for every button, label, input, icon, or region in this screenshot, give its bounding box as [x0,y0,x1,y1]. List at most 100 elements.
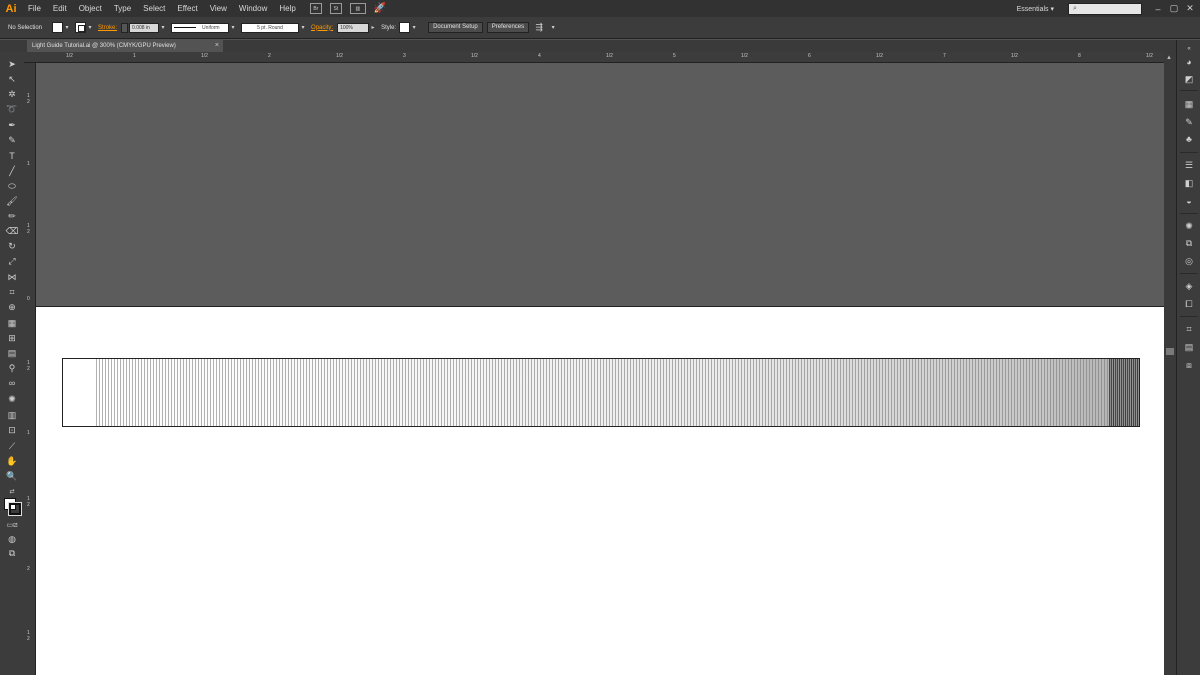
pathfinder-icon[interactable]: ⧈ [1183,359,1195,371]
chevron-down-icon[interactable]: ▾ [63,24,71,31]
horizontal-ruler[interactable]: 1/2 1 1/2 2 1/2 3 1/2 4 1/2 5 1/2 6 1/2 … [24,52,1164,63]
collapse-panels-icon[interactable]: « [1183,43,1195,55]
slice-tool-icon[interactable]: ⟋ [5,439,19,453]
chevron-right-icon[interactable]: ▸ [369,24,377,31]
brush-definition[interactable]: 5 pt. Round [241,22,300,33]
eyedropper-tool-icon[interactable]: ⚲ [5,361,19,375]
stroke-color-swatch[interactable] [8,502,22,516]
stroke-panel-icon[interactable]: ☰ [1183,159,1195,171]
opacity-field[interactable]: 100% [337,22,370,33]
stroke-label[interactable]: Stroke: [98,25,117,31]
graphic-styles-icon[interactable]: ⧉ [1183,237,1195,249]
menu-file[interactable]: File [22,0,47,17]
color-panel-icon[interactable]: ◕ [1183,56,1195,68]
menu-effect[interactable]: Effect [171,0,203,17]
maximize-button[interactable]: ▢ [1168,3,1180,14]
direct-selection-tool-icon[interactable]: ↖ [5,72,19,86]
pen-tool-icon[interactable]: ✒ [5,118,19,132]
ellipse-tool-icon[interactable]: ⬭ [5,179,19,193]
rotate-tool-icon[interactable]: ↻ [5,239,19,253]
type-tool-icon[interactable]: T [5,149,19,163]
graphic-style-swatch[interactable] [399,22,411,33]
appearance-icon[interactable]: ✺ [1183,220,1195,232]
selection-tool-icon[interactable]: ➤ [5,57,19,71]
symbol-sprayer-tool-icon[interactable]: ✺ [5,392,19,406]
shape-builder-tool-icon[interactable]: ⊕ [5,300,19,314]
scroll-up-icon[interactable]: ▲ [1166,55,1172,61]
hand-tool-icon[interactable]: ✋ [5,454,19,468]
stroke-weight-field[interactable]: 0.008 in [129,22,160,33]
close-window-button[interactable]: ✕ [1184,3,1196,14]
menu-select[interactable]: Select [137,0,171,17]
paintbrush-tool-icon[interactable]: 🖌 [5,194,19,208]
color-mode-icon[interactable]: ▭⧄ [5,518,19,532]
screen-mode-icon[interactable]: ⧉ [5,546,19,560]
arrange-documents-icon[interactable]: ▥ [349,3,366,14]
workspace-switcher[interactable]: Essentials ▾ [1017,5,1054,13]
artboard[interactable] [36,306,1164,675]
search-input[interactable]: ⌕ [1068,2,1142,15]
line-tool-icon[interactable]: ╱ [5,164,19,178]
image-trace-icon[interactable]: ◎ [1183,255,1195,267]
artboard-tool-icon[interactable]: ⊡ [5,423,19,437]
gpu-rocket-icon[interactable]: 🚀 [374,3,386,14]
minimize-button[interactable]: – [1152,4,1164,14]
menu-window[interactable]: Window [233,0,273,17]
vertical-scrollbar[interactable]: ▲ [1164,52,1176,675]
scrollbar-thumb[interactable] [1166,348,1174,355]
symbols-icon[interactable]: ♣ [1183,133,1195,145]
mesh-tool-icon[interactable]: ⊞ [5,331,19,345]
menu-type[interactable]: Type [108,0,137,17]
brushes-icon[interactable]: ✎ [1183,116,1195,128]
curvature-tool-icon[interactable]: ✎ [5,133,19,147]
arrange-icon[interactable]: ⇶ [533,22,545,33]
color-guide-icon[interactable]: ◩ [1183,73,1195,85]
align-icon[interactable]: ▤ [1183,341,1195,353]
swap-fill-stroke-icon[interactable]: ⇄ [5,484,19,498]
eraser-tool-icon[interactable]: ⌫ [5,224,19,238]
layers-icon[interactable]: ◈ [1183,280,1195,292]
scale-tool-icon[interactable]: ⤢ [5,254,19,268]
document-setup-button[interactable]: Document Setup [428,22,483,33]
width-tool-icon[interactable]: ⋈ [5,270,19,284]
artboards-icon[interactable]: ⧠ [1183,298,1195,310]
vertical-ruler[interactable]: 1 2 1 1 2 0 1 2 1 1 2 2 1 2 [24,63,36,675]
opacity-label[interactable]: Opacity: [311,25,333,31]
stock-button[interactable]: St [329,3,342,14]
preferences-button[interactable]: Preferences [486,22,530,33]
chevron-down-icon[interactable]: ▾ [159,24,167,31]
stroke-stepper[interactable] [121,22,129,33]
chevron-down-icon[interactable]: ▾ [229,24,237,31]
document-tab[interactable]: Light Guide Tutorial.ai @ 300% (CMYK/GPU… [27,40,223,52]
magic-wand-tool-icon[interactable]: ✲ [5,87,19,101]
menu-edit[interactable]: Edit [47,0,73,17]
drawing-mode-icon[interactable]: ◍ [5,532,19,546]
canvas[interactable] [36,63,1164,675]
transparency-icon[interactable]: ◒ [1183,195,1195,207]
menu-view[interactable]: View [204,0,233,17]
stroke-swatch[interactable] [75,22,87,33]
close-icon[interactable]: × [215,40,219,52]
menu-help[interactable]: Help [273,0,301,17]
swatches-icon[interactable]: ▦ [1183,98,1195,110]
zoom-tool-icon[interactable]: 🔍 [5,469,19,483]
chevron-down-icon[interactable]: ▾ [86,24,94,31]
chevron-down-icon[interactable]: ▾ [299,24,307,31]
lasso-tool-icon[interactable]: ➰ [5,102,19,116]
fill-swatch[interactable] [52,22,64,33]
menu-object[interactable]: Object [73,0,108,17]
bridge-button[interactable]: Br [309,3,322,14]
gradient-tool-icon[interactable]: ▤ [5,346,19,360]
variable-width-profile[interactable]: Uniform [171,22,230,33]
column-graph-tool-icon[interactable]: ▥ [5,408,19,422]
light-guide-artwork[interactable] [62,358,1140,427]
chevron-down-icon[interactable]: ▾ [549,24,557,31]
chevron-down-icon[interactable]: ▾ [410,24,418,31]
free-transform-tool-icon[interactable]: ⌗ [5,285,19,299]
pencil-tool-icon[interactable]: ✏ [5,209,19,223]
selection-status: No Selection [8,24,43,31]
gradient-panel-icon[interactable]: ◧ [1183,177,1195,189]
transform-icon[interactable]: ⌗ [1183,323,1195,335]
perspective-grid-tool-icon[interactable]: ▦ [5,316,19,330]
blend-tool-icon[interactable]: ∞ [5,376,19,390]
